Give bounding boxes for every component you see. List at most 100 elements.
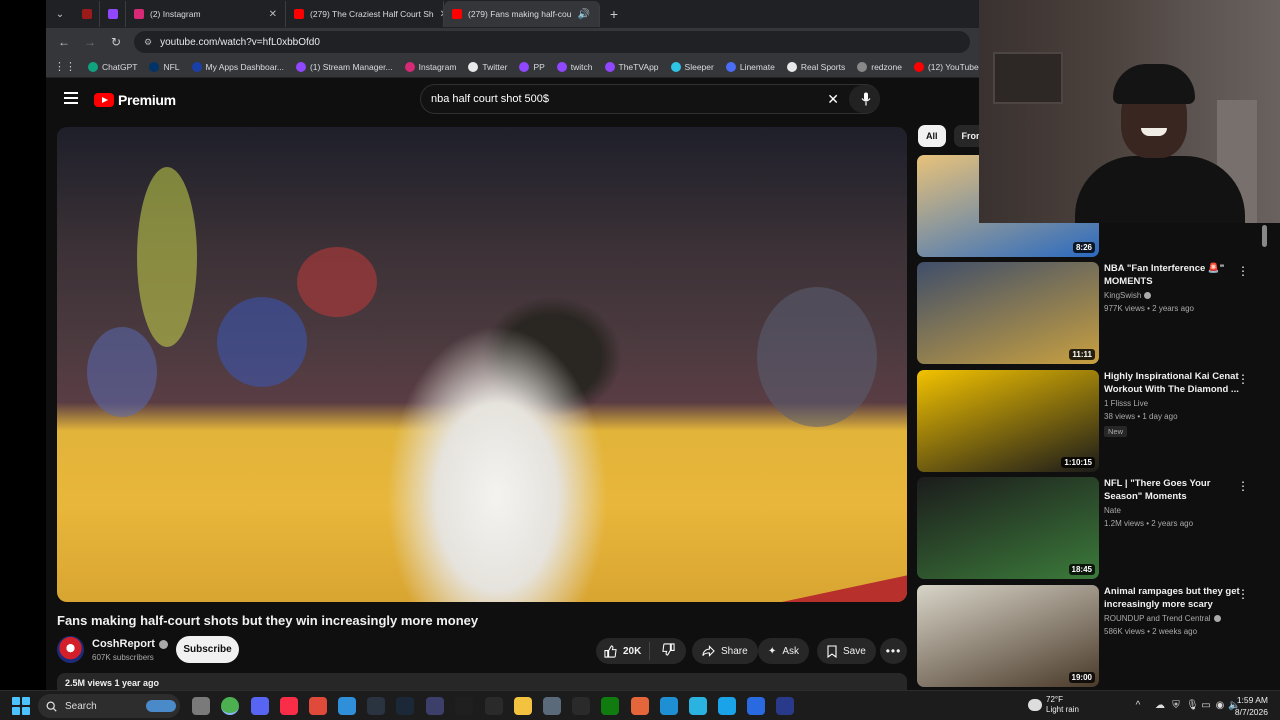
bookmark-item[interactable]: Twitter: [468, 61, 507, 72]
forward-icon[interactable]: →: [82, 35, 98, 49]
page-scrollbar[interactable]: [1262, 225, 1267, 685]
app-icon[interactable]: [689, 697, 707, 715]
discord-icon[interactable]: [251, 697, 269, 715]
chip-all[interactable]: All: [918, 125, 946, 147]
recommended-video[interactable]: 19:00 Animal rampages but they get increa…: [917, 585, 1273, 687]
onedrive-icon[interactable]: ☁: [1154, 700, 1166, 712]
edge-icon[interactable]: [660, 697, 678, 715]
channel-name-link[interactable]: CoshReport: [92, 638, 168, 650]
bookmark-item[interactable]: Linemate: [725, 61, 775, 72]
microphone-icon[interactable]: 🎙: [1186, 700, 1199, 712]
video-thumbnail[interactable]: 11:11: [917, 262, 1099, 364]
bookmark-item[interactable]: Instagram: [404, 61, 456, 72]
settings-icon[interactable]: [543, 697, 561, 715]
app-icon[interactable]: [631, 697, 649, 715]
pinned-tab[interactable]: [74, 1, 100, 27]
ask-button[interactable]: ✦ Ask: [758, 638, 810, 664]
menu-icon[interactable]: [64, 92, 78, 106]
browser-tab[interactable]: (2) Instagram ✕: [126, 1, 286, 27]
system-clock[interactable]: 1:59 AM 8/7/2026: [1235, 694, 1268, 718]
back-icon[interactable]: ←: [56, 35, 72, 49]
browser-tab[interactable]: (279) The Craziest Half Court Sh ✕: [286, 1, 444, 27]
save-button[interactable]: Save: [817, 638, 876, 664]
close-tab-icon[interactable]: ✕: [269, 9, 277, 20]
taskbar-search[interactable]: Search: [38, 694, 180, 718]
security-icon[interactable]: ⛨: [1170, 700, 1182, 712]
url-field[interactable]: ⚙ youtube.com/watch?v=hfL0xbbOfd0: [134, 31, 970, 53]
recommended-video[interactable]: 1:10:15 Highly Inspirational Kai Cenat Wo…: [917, 370, 1273, 472]
subscribe-button[interactable]: Subscribe: [176, 636, 239, 663]
display-icon[interactable]: ▭: [1200, 700, 1212, 712]
channel-avatar[interactable]: [57, 636, 84, 663]
recommended-title[interactable]: NBA "Fan Interference 🚨" MOMENTS: [1104, 262, 1244, 288]
more-vertical-icon[interactable]: ⋮: [1237, 264, 1249, 278]
pinned-tab[interactable]: [100, 1, 126, 27]
chevron-up-icon[interactable]: ^: [1132, 700, 1144, 712]
like-button[interactable]: 20K: [596, 642, 651, 660]
video-thumbnail[interactable]: 1:10:15: [917, 370, 1099, 472]
search-input[interactable]: nba half court shot 500$ ✕: [420, 84, 880, 114]
bookmark-item[interactable]: TheTVApp: [604, 61, 659, 72]
music-icon[interactable]: [280, 697, 298, 715]
reload-icon[interactable]: ↻: [108, 35, 124, 49]
video-thumbnail[interactable]: 18:45: [917, 477, 1099, 579]
app-icon[interactable]: [572, 697, 590, 715]
bookmark-item[interactable]: Sleeper: [670, 61, 714, 72]
app-icon[interactable]: [747, 697, 765, 715]
recommended-title[interactable]: NFL | "There Goes Your Season" Moments: [1104, 477, 1244, 503]
chrome-alt-icon[interactable]: [309, 697, 327, 715]
voice-search-button[interactable]: [852, 85, 880, 113]
start-button[interactable]: [12, 697, 30, 715]
bookmark-item[interactable]: PP: [519, 61, 545, 72]
photos-icon[interactable]: [338, 697, 356, 715]
bookmark-item[interactable]: Real Sports: [786, 61, 845, 72]
clear-search-icon[interactable]: ✕: [827, 91, 839, 108]
bookmark-item[interactable]: (12) YouTube: [913, 61, 979, 72]
4k-downloader-icon[interactable]: [367, 697, 385, 715]
tab-search-dropdown[interactable]: ⌄: [46, 1, 74, 27]
recommended-channel[interactable]: KingSwish: [1104, 291, 1152, 300]
dislike-button[interactable]: [656, 643, 681, 659]
steam-icon[interactable]: [396, 697, 414, 715]
app-icon[interactable]: [718, 697, 736, 715]
audio-playing-icon[interactable]: 🔊: [577, 9, 589, 20]
recommended-channel[interactable]: 1 Flisss Live: [1104, 399, 1148, 408]
epic-games-icon[interactable]: [485, 697, 503, 715]
xbox-icon[interactable]: [601, 697, 619, 715]
more-vertical-icon[interactable]: ⋮: [1237, 372, 1249, 386]
recommended-channel[interactable]: Nate: [1104, 506, 1121, 515]
bookmark-item[interactable]: (1) Stream Manager...: [295, 61, 393, 72]
bookmark-item[interactable]: twitch: [556, 61, 593, 72]
recommended-video[interactable]: 11:11 NBA "Fan Interference 🚨" MOMENTS Kin…: [917, 262, 1273, 364]
apps-grid-icon[interactable]: ⋮⋮: [54, 60, 76, 73]
more-vertical-icon[interactable]: ⋮: [1237, 479, 1249, 493]
bookmark-item[interactable]: ChatGPT: [88, 61, 137, 72]
new-tab-button[interactable]: +: [600, 1, 628, 27]
more-actions-button[interactable]: •••: [880, 638, 907, 664]
recommended-title[interactable]: Animal rampages but they get increasingl…: [1104, 585, 1244, 611]
video-thumbnail[interactable]: 19:00: [917, 585, 1099, 687]
bookmark-label: redzone: [871, 61, 902, 72]
weather-widget[interactable]: 72°F Light rain: [1028, 695, 1079, 715]
chrome-icon[interactable]: [221, 697, 239, 715]
app-icon[interactable]: [426, 697, 444, 715]
description-box[interactable]: 2.5M views 1 year ago: [57, 673, 907, 690]
scrollbar-thumb[interactable]: [1262, 225, 1267, 247]
site-info-icon[interactable]: ⚙: [144, 37, 152, 48]
task-view-icon[interactable]: [192, 697, 210, 715]
network-icon[interactable]: ◉: [1214, 700, 1226, 712]
share-button[interactable]: Share: [692, 638, 758, 664]
recommended-video[interactable]: 18:45 NFL | "There Goes Your Season" Mome…: [917, 477, 1273, 579]
bookmark-item[interactable]: My Apps Dashboar...: [191, 61, 284, 72]
recommended-title[interactable]: Highly Inspirational Kai Cenat Workout W…: [1104, 370, 1244, 396]
app-icon[interactable]: [455, 697, 473, 715]
video-player[interactable]: [57, 127, 907, 602]
recommended-channel[interactable]: ROUNDUP and Trend Central: [1104, 614, 1221, 623]
browser-tab-active[interactable]: (279) Fans making half-cou 🔊 ✕: [444, 1, 600, 27]
ea-icon[interactable]: [776, 697, 794, 715]
more-vertical-icon[interactable]: ⋮: [1237, 587, 1249, 601]
bookmark-item[interactable]: redzone: [857, 61, 902, 72]
youtube-premium-logo[interactable]: Premium: [94, 92, 176, 108]
bookmark-item[interactable]: NFL: [149, 61, 180, 72]
file-explorer-icon[interactable]: [514, 697, 532, 715]
